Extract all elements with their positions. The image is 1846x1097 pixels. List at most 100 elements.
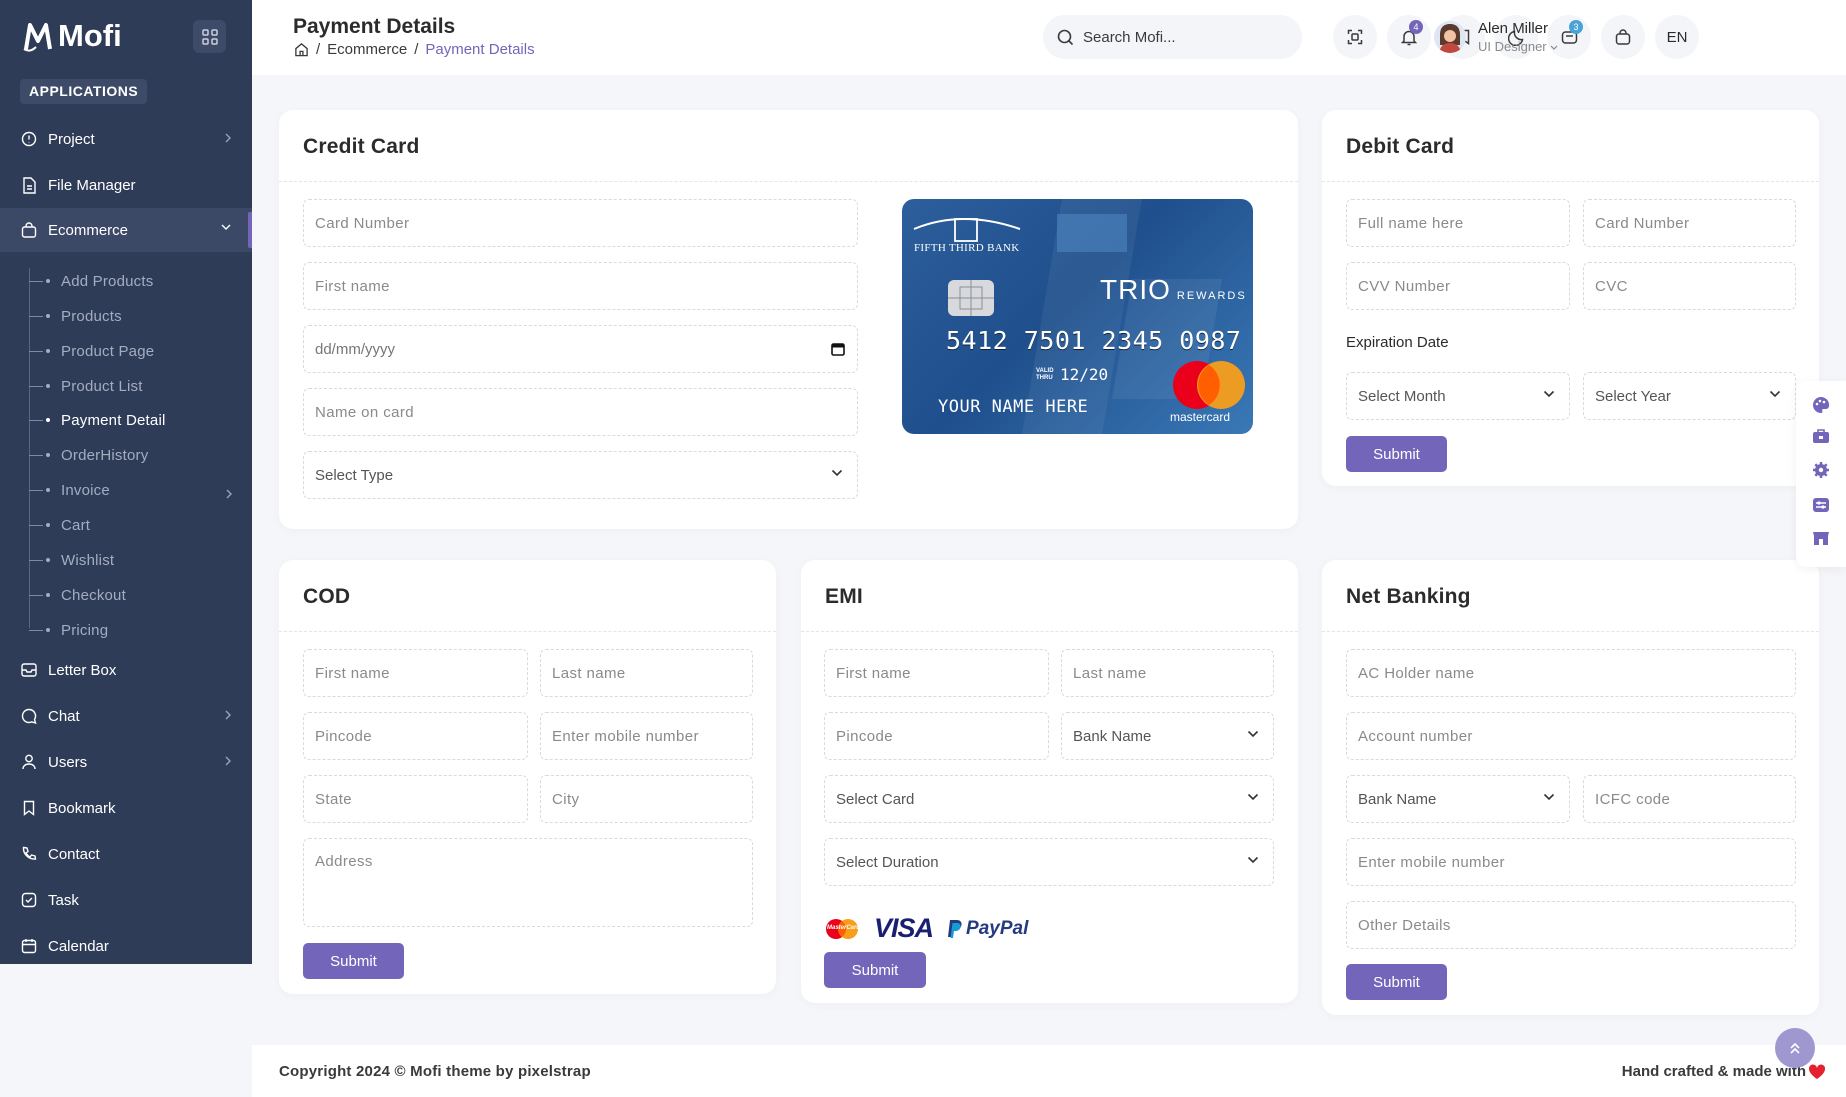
cod-first-name-input[interactable] <box>303 649 528 697</box>
emi-submit-button[interactable]: Submit <box>824 952 926 988</box>
credit-card-panel: Credit Card dd/mm/yyyy Select Type FIFTH… <box>279 110 1298 529</box>
divider <box>279 631 776 632</box>
other-details-input[interactable] <box>1346 901 1796 949</box>
submenu-item-product-page[interactable]: Product Page <box>29 339 154 363</box>
submenu-item-payment-detail[interactable]: Payment Detail <box>29 408 166 432</box>
net-mobile-input[interactable] <box>1346 838 1796 886</box>
sidebar-item-label: Bookmark <box>48 799 116 817</box>
cod-submit-button[interactable]: Submit <box>303 943 404 979</box>
breadcrumb-current: Payment Details <box>425 41 535 58</box>
emi-bank-select[interactable]: Bank Name <box>1061 712 1274 760</box>
sidebar-item-project[interactable]: Project <box>0 117 252 161</box>
submenu-item-cart[interactable]: Cart <box>29 513 90 537</box>
sliders-icon[interactable] <box>1812 496 1830 514</box>
select-value: Select Year <box>1595 387 1671 405</box>
submenu-item-invoice[interactable]: Invoice <box>29 478 244 502</box>
cart-button[interactable] <box>1601 15 1645 59</box>
mofi-logo-icon <box>23 23 52 52</box>
sidebar-item-contact[interactable]: Contact <box>0 832 252 876</box>
breadcrumb-ecommerce[interactable]: Ecommerce <box>327 41 407 58</box>
submenu-item-order-history[interactable]: OrderHistory <box>29 443 148 467</box>
cvc-input[interactable] <box>1583 262 1796 310</box>
sidebar-item-chat[interactable]: Chat <box>0 694 252 738</box>
debit-submit-button[interactable]: Submit <box>1346 436 1447 472</box>
sidebar-item-calendar[interactable]: Calendar <box>0 924 252 968</box>
brand-logo[interactable]: Mofi <box>22 18 122 54</box>
shop-icon[interactable] <box>1812 529 1830 547</box>
sidebar-item-label: Ecommerce <box>48 221 129 239</box>
home-icon[interactable] <box>294 42 309 57</box>
cod-pincode-input[interactable] <box>303 712 528 760</box>
card-expiry: 12/20 <box>1060 365 1109 384</box>
fullscreen-button[interactable] <box>1333 15 1377 59</box>
sidebar-item-label: Project <box>48 130 95 148</box>
submenu-item-label: Checkout <box>61 586 126 604</box>
sidebar-item-task[interactable]: Task <box>0 878 252 922</box>
divider <box>1322 181 1819 182</box>
notifications-button[interactable]: 4 <box>1387 15 1431 59</box>
first-name-input[interactable] <box>303 262 858 310</box>
cod-city-input[interactable] <box>540 775 753 823</box>
emi-card-select[interactable]: Select Card <box>824 775 1274 823</box>
cod-state-input[interactable] <box>303 775 528 823</box>
sidebar-item-users[interactable]: Users <box>0 740 252 784</box>
cod-address-textarea[interactable] <box>303 838 753 927</box>
icfc-code-input[interactable] <box>1583 775 1796 823</box>
mail-icon <box>20 661 38 679</box>
select-value: Bank Name <box>1358 790 1437 808</box>
sidebar-toggle-button[interactable] <box>193 20 226 53</box>
user-profile[interactable]: Alen Miller UI Designer <box>1434 20 1558 54</box>
emi-first-name-input[interactable] <box>824 649 1049 697</box>
sidebar-item-bookmark[interactable]: Bookmark <box>0 786 252 830</box>
debit-card-title: Debit Card <box>1346 135 1455 158</box>
net-bank-select[interactable]: Bank Name <box>1346 775 1570 823</box>
net-banking-panel: Net Banking Bank Name Submit <box>1322 560 1819 1015</box>
emi-pincode-input[interactable] <box>824 712 1049 760</box>
submenu-item-product-list[interactable]: Product List <box>29 374 143 398</box>
submenu-item-products[interactable]: Products <box>29 304 122 328</box>
date-input[interactable]: dd/mm/yyyy <box>303 325 858 373</box>
cvv-input[interactable] <box>1346 262 1570 310</box>
submenu-item-checkout[interactable]: Checkout <box>29 583 126 607</box>
chevron-down-icon <box>1550 45 1558 50</box>
debit-card-panel: Debit Card Expiration Date Select Month … <box>1322 110 1819 486</box>
card-type-select[interactable]: Select Type <box>303 451 858 499</box>
calendar-icon <box>831 343 845 356</box>
submenu-item-add-products[interactable]: Add Products <box>29 269 153 293</box>
briefcase-icon[interactable] <box>1812 427 1830 445</box>
search-input[interactable] <box>1083 28 1283 46</box>
sidebar-item-file-manager[interactable]: File Manager <box>0 163 252 207</box>
net-banking-submit-button[interactable]: Submit <box>1346 964 1447 1000</box>
sidebar-item-letter-box[interactable]: Letter Box <box>0 648 252 692</box>
paypal-wordmark: PayPal <box>966 917 1029 939</box>
credit-card-image: FIFTH THIRD BANK TRIO REWARDS 5412 7501 … <box>902 199 1253 434</box>
submenu-item-pricing[interactable]: Pricing <box>29 618 108 642</box>
name-on-card-input[interactable] <box>303 388 858 436</box>
breadcrumb-separator: / <box>414 41 419 58</box>
scroll-to-top-button[interactable] <box>1775 1028 1815 1068</box>
cod-last-name-input[interactable] <box>540 649 753 697</box>
full-name-input[interactable] <box>1346 199 1570 247</box>
cod-mobile-input[interactable] <box>540 712 753 760</box>
credit-card-title: Credit Card <box>303 135 420 158</box>
gear-icon[interactable] <box>1812 461 1830 479</box>
sidebar-item-label: Chat <box>48 707 80 725</box>
sidebar-item-ecommerce[interactable]: Ecommerce <box>0 208 252 252</box>
year-select[interactable]: Select Year <box>1583 372 1796 420</box>
submenu-item-wishlist[interactable]: Wishlist <box>29 548 114 572</box>
debit-card-number-input[interactable] <box>1583 199 1796 247</box>
sidebar-item-label: Users <box>48 753 88 771</box>
ac-holder-input[interactable] <box>1346 649 1796 697</box>
account-number-input[interactable] <box>1346 712 1796 760</box>
breadcrumb: / Ecommerce / Payment Details <box>294 41 535 58</box>
emi-duration-select[interactable]: Select Duration <box>824 838 1274 886</box>
emi-last-name-input[interactable] <box>1061 649 1274 697</box>
shopping-bag-icon <box>1615 29 1631 45</box>
avatar <box>1434 21 1466 53</box>
palette-icon[interactable] <box>1812 396 1830 414</box>
bank-name: FIFTH THIRD BANK <box>914 242 1020 254</box>
language-button[interactable]: EN <box>1655 15 1699 59</box>
sidebar: Mofi APPLICATIONS Project File Manager E… <box>0 0 252 964</box>
month-select[interactable]: Select Month <box>1346 372 1570 420</box>
card-number-input[interactable] <box>303 199 858 247</box>
